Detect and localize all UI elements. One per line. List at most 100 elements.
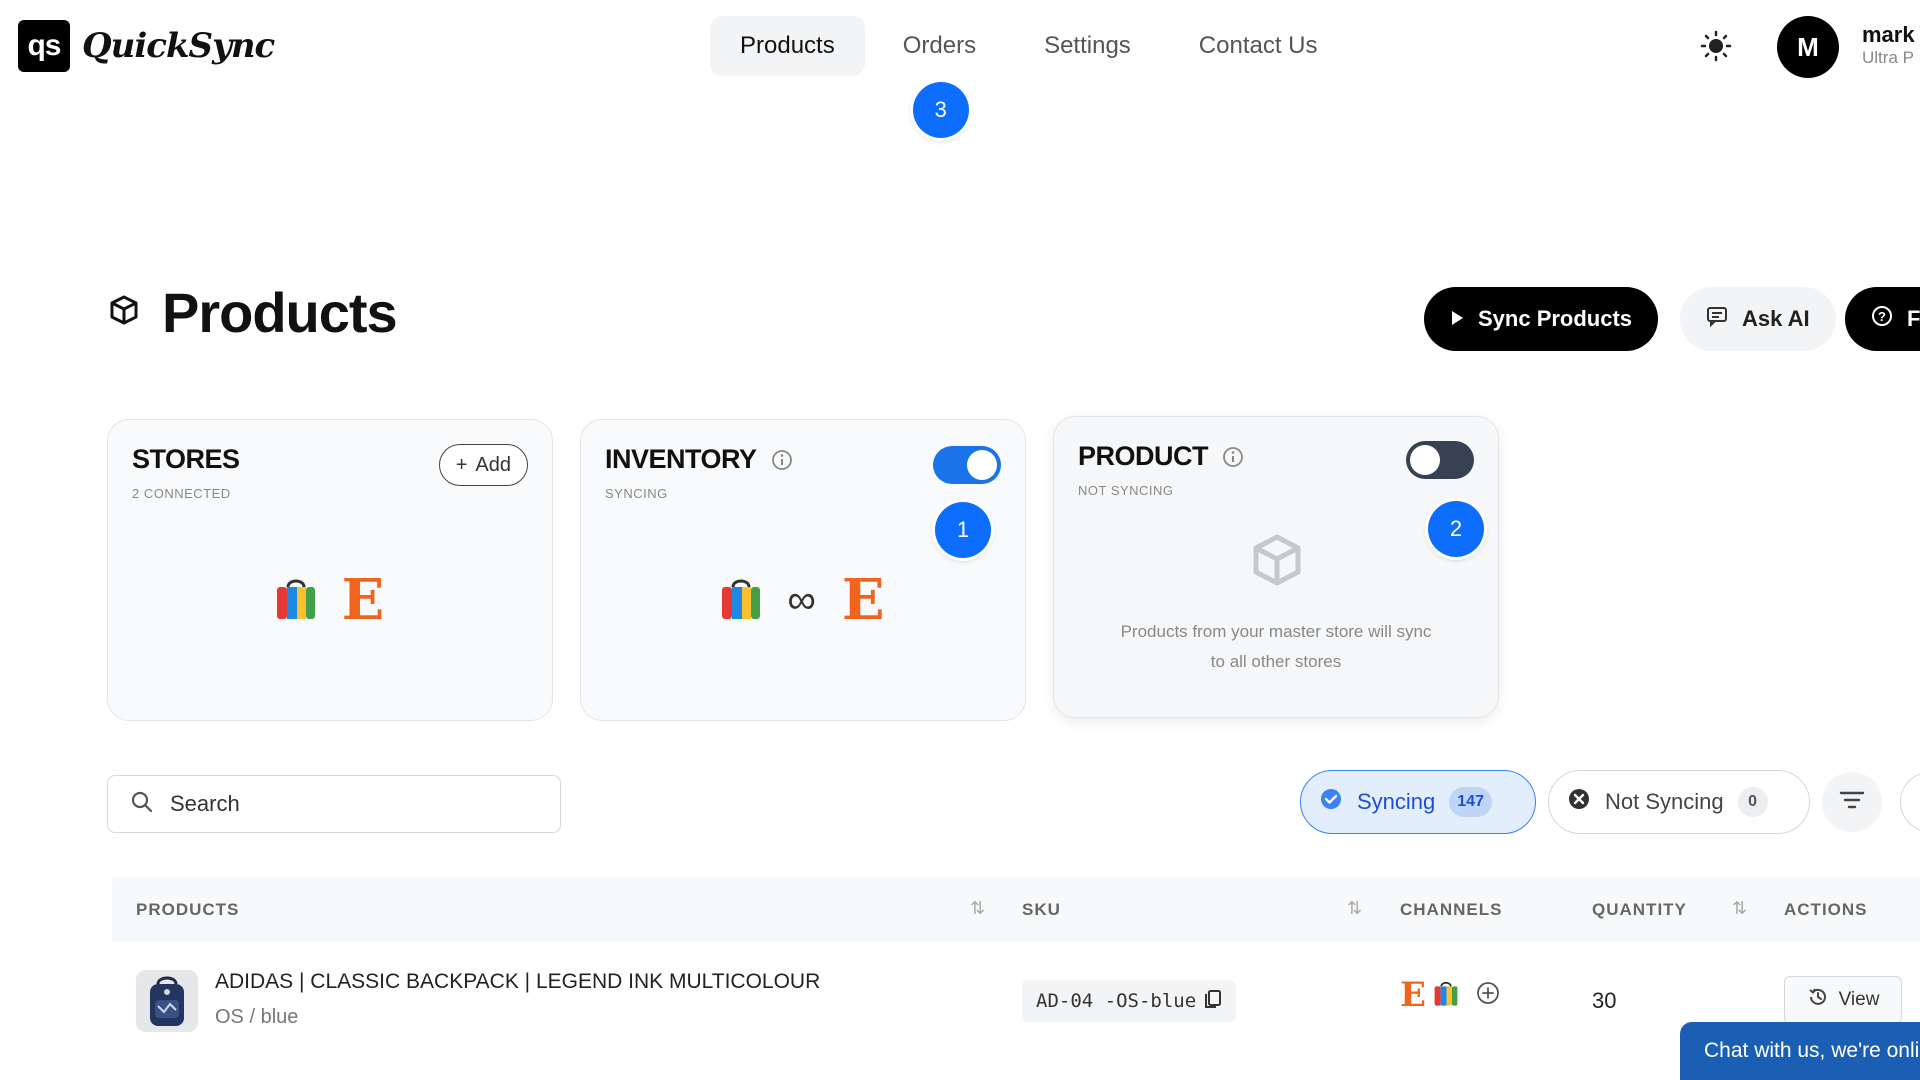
filter-not-syncing-count: 0: [1737, 787, 1768, 817]
filter-syncing-label: Syncing: [1357, 789, 1436, 814]
toggle-knob: [967, 450, 997, 480]
nav-settings[interactable]: Settings: [1014, 16, 1161, 76]
infinity-icon: ∞: [787, 577, 816, 622]
nav-contact-label: Contact Us: [1198, 32, 1318, 59]
inventory-icons: ∞ E: [581, 572, 1025, 628]
inventory-title: INVENTORY: [605, 444, 757, 474]
app-logo[interactable]: qs QuickSync: [18, 20, 275, 72]
column-actions: ACTIONS: [1784, 900, 1868, 919]
nav-settings-label: Settings: [1044, 32, 1131, 59]
help-icon: ?: [1871, 305, 1893, 333]
step-badge-3: 3: [912, 82, 969, 138]
page-header: Products: [108, 280, 398, 345]
user-info[interactable]: mark Ultra P: [1862, 22, 1920, 68]
logo-mark: qs: [18, 20, 70, 72]
stores-card: STORES 2 CONNECTED + Add E: [107, 419, 553, 721]
inventory-subtitle: SYNCING: [605, 486, 668, 501]
product-card-header: PRODUCT: [1078, 441, 1244, 472]
chat-icon: [1706, 305, 1728, 333]
filter-syncing-count: 147: [1449, 787, 1492, 817]
inventory-sync-toggle[interactable]: [933, 446, 1001, 484]
product-card: PRODUCT NOT SYNCING 2 Products from your…: [1053, 416, 1499, 718]
faq-button[interactable]: ? FA: [1845, 287, 1920, 351]
svg-text:?: ?: [1878, 309, 1886, 324]
step-badge-2: 2: [1428, 501, 1484, 557]
nav-products[interactable]: Products: [710, 16, 865, 76]
info-icon[interactable]: [1222, 446, 1244, 468]
sku-value: AD-04 -OS-blue: [1022, 980, 1237, 1022]
view-label: View: [1838, 989, 1880, 1010]
toggle-knob: [1410, 445, 1440, 475]
plus-icon: +: [455, 453, 468, 476]
shopping-bag-icon: [276, 575, 316, 626]
stores-icons: E: [108, 572, 552, 628]
table-header: PRODUCTS ⇅ SKU ⇅ CHANNELS QUANTITY ⇅ ACT…: [112, 878, 1920, 942]
logo-text: QuickSync: [82, 26, 275, 66]
product-thumbnail[interactable]: [136, 970, 198, 1032]
etsy-icon: E: [1400, 975, 1426, 1015]
filter-icon: [1839, 790, 1865, 815]
product-quantity: 30: [1592, 988, 1617, 1013]
sun-icon[interactable]: [1700, 30, 1732, 62]
stores-card-header: STORES: [132, 444, 240, 475]
copy-icon[interactable]: [1204, 989, 1222, 1014]
box-icon: [1250, 533, 1304, 592]
chat-widget[interactable]: Chat with us, we're online!: [1680, 1022, 1920, 1080]
sort-icon[interactable]: ⇅: [1347, 898, 1367, 920]
shopping-bag-icon: [1434, 979, 1458, 1012]
ask-ai-label: Ask AI: [1742, 306, 1810, 331]
step-badge-1: 1: [935, 502, 991, 558]
inventory-card-header: INVENTORY: [605, 444, 793, 475]
channel-list: E: [1400, 978, 1500, 1012]
add-channel-icon[interactable]: [1476, 981, 1500, 1010]
stores-title: STORES: [132, 444, 240, 474]
avatar[interactable]: M: [1777, 16, 1839, 78]
sort-icon[interactable]: ⇅: [1732, 898, 1752, 920]
product-name[interactable]: ADIDAS | CLASSIC BACKPACK | LEGEND INK M…: [215, 970, 820, 994]
box-icon: [108, 294, 140, 331]
nav-products-label: Products: [740, 32, 835, 59]
column-sku[interactable]: SKU: [1022, 878, 1061, 942]
search-icon: [130, 790, 154, 819]
search-box: [107, 775, 561, 833]
nav-contact[interactable]: Contact Us: [1169, 16, 1348, 76]
product-description: Products from your master store will syn…: [1120, 622, 1432, 671]
search-input[interactable]: [170, 791, 530, 817]
view-button[interactable]: View: [1784, 976, 1902, 1024]
product-subtitle: NOT SYNCING: [1078, 483, 1174, 498]
user-name: mark: [1862, 22, 1915, 47]
ask-ai-button[interactable]: Ask AI: [1680, 287, 1836, 351]
sync-products-button[interactable]: Sync Products: [1424, 287, 1659, 351]
shopping-bag-icon: [721, 575, 761, 626]
chat-widget-label: Chat with us, we're online!: [1704, 1039, 1920, 1062]
table-row[interactable]: ADIDAS | CLASSIC BACKPACK | LEGEND INK M…: [112, 960, 1920, 1040]
history-icon: [1807, 986, 1829, 1014]
sync-products-label: Sync Products: [1478, 306, 1633, 331]
column-channels: CHANNELS: [1400, 900, 1503, 919]
stores-subtitle: 2 CONNECTED: [132, 486, 231, 501]
product-sync-toggle[interactable]: [1406, 441, 1474, 479]
info-icon[interactable]: [771, 449, 793, 471]
check-circle-icon: [1319, 787, 1343, 817]
etsy-icon: E: [341, 567, 385, 633]
more-button[interactable]: [1900, 772, 1920, 832]
play-icon: [1450, 306, 1464, 332]
filter-syncing[interactable]: Syncing 147: [1300, 770, 1536, 834]
column-quantity[interactable]: QUANTITY: [1592, 878, 1687, 942]
sort-icon[interactable]: ⇅: [970, 898, 990, 920]
filter-button[interactable]: [1822, 772, 1882, 832]
product-title: PRODUCT: [1078, 441, 1209, 471]
inventory-card: INVENTORY SYNCING 1 ∞ E: [580, 419, 1026, 721]
page-title: Products: [162, 281, 398, 344]
add-store-button[interactable]: + Add: [438, 444, 528, 486]
add-store-label: Add: [475, 453, 511, 476]
column-products[interactable]: PRODUCTS: [136, 878, 239, 942]
filter-not-syncing-label: Not Syncing: [1605, 789, 1724, 814]
filter-not-syncing[interactable]: Not Syncing 0: [1548, 770, 1810, 834]
nav-orders[interactable]: Orders 3: [873, 16, 1006, 138]
nav-orders-label: Orders: [902, 32, 977, 59]
user-plan: Ultra P: [1862, 48, 1914, 67]
x-circle-icon: [1567, 787, 1591, 817]
sku-text: AD-04 -OS-blue: [1036, 990, 1197, 1012]
faq-label: FA: [1907, 306, 1920, 331]
